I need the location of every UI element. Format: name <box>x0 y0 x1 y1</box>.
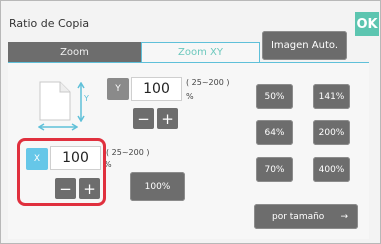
y-unit: % <box>186 92 194 101</box>
tab-zoom[interactable]: Zoom <box>8 42 141 62</box>
y-axis-button[interactable]: Y <box>107 78 129 100</box>
x-axis-arrow-icon <box>38 123 78 131</box>
by-size-label: por tamaño <box>272 211 325 222</box>
document-icon <box>39 81 71 121</box>
tab-zoom-xy[interactable]: Zoom XY <box>141 42 260 62</box>
y-decrease-button[interactable]: − <box>133 108 154 129</box>
preset-50-button[interactable]: 50% <box>256 84 293 109</box>
arrow-right-icon: → <box>340 211 348 222</box>
y-range-text: ( 25~200 ) <box>186 78 230 87</box>
reset-100-button[interactable]: 100% <box>130 172 185 201</box>
y-axis-icon-label: Y <box>84 94 89 103</box>
preset-64-button[interactable]: 64% <box>256 120 293 145</box>
y-ratio-input[interactable]: 100 <box>131 77 182 101</box>
by-size-button[interactable]: por tamaño → <box>254 204 358 229</box>
x-controls-highlight <box>17 138 106 206</box>
preset-141-button[interactable]: 141% <box>313 84 350 109</box>
x-range-text: ( 25~200 ) <box>106 148 150 157</box>
dialog-title: Ratio de Copia <box>9 17 90 30</box>
preset-200-button[interactable]: 200% <box>313 120 350 145</box>
ok-button[interactable]: OK <box>355 12 379 36</box>
y-increase-button[interactable]: + <box>157 108 178 129</box>
preset-400-button[interactable]: 400% <box>313 157 350 182</box>
preset-70-button[interactable]: 70% <box>256 157 293 182</box>
auto-image-button[interactable]: Imagen Auto. <box>262 31 347 60</box>
